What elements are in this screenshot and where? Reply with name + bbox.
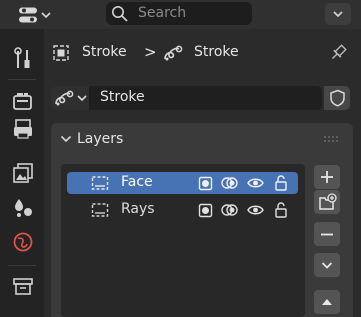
chevron-down-icon xyxy=(77,95,87,102)
object-icon xyxy=(53,45,69,61)
world-icon xyxy=(13,232,33,252)
eye-icon[interactable] xyxy=(247,203,264,217)
camera-icon xyxy=(13,93,32,110)
wrench-screwdriver-icon xyxy=(14,47,30,68)
collection-tab[interactable] xyxy=(10,273,36,299)
datablock-browse-button[interactable] xyxy=(51,86,89,110)
breadcrumb-separator: > xyxy=(144,43,157,61)
unlocked-icon[interactable] xyxy=(274,202,288,218)
datablock-name-field[interactable] xyxy=(51,86,322,110)
tool-tab[interactable] xyxy=(10,46,36,72)
breadcrumb-data-label: Stroke xyxy=(194,44,239,60)
plus-icon xyxy=(321,171,333,183)
layer-name: Face xyxy=(121,174,153,190)
breadcrumb: Stroke > Stroke xyxy=(52,43,252,63)
move-layer-up-button[interactable] xyxy=(314,290,340,314)
properties-tabs xyxy=(0,29,44,317)
unlocked-icon[interactable] xyxy=(274,175,288,191)
scene-icon xyxy=(15,199,32,217)
printer-icon xyxy=(14,119,32,139)
shield-icon xyxy=(330,89,345,107)
render-tab[interactable] xyxy=(10,88,36,114)
add-layer-button[interactable] xyxy=(314,165,340,189)
properties-header: Search xyxy=(0,0,361,29)
layer-icon xyxy=(91,203,109,217)
search-icon xyxy=(112,6,128,22)
grease-pencil-stroke-icon xyxy=(55,90,74,106)
chevron-down-icon xyxy=(41,12,51,19)
editor-type-button[interactable] xyxy=(14,3,54,27)
chevron-down-icon xyxy=(333,11,343,18)
layer-row-rays[interactable]: Rays xyxy=(67,199,298,221)
images-icon xyxy=(13,163,33,183)
layer-row-face[interactable]: Face xyxy=(67,172,298,194)
chevron-down-icon xyxy=(321,262,333,269)
use-mask-icon[interactable] xyxy=(198,176,213,191)
onion-skin-icon[interactable] xyxy=(221,202,239,218)
tab-divider xyxy=(8,79,36,80)
layer-specials-menu-button[interactable] xyxy=(314,253,340,277)
properties-editor-icon xyxy=(19,7,37,23)
output-tab[interactable] xyxy=(10,116,36,142)
breadcrumb-object-label: Stroke xyxy=(82,44,127,60)
layers-panel-header[interactable]: Layers xyxy=(51,127,353,151)
minus-icon xyxy=(321,233,333,236)
drag-handle-icon[interactable] xyxy=(323,135,339,143)
search-placeholder: Search xyxy=(138,5,187,21)
layer-name: Rays xyxy=(121,201,155,217)
add-layer-group-button[interactable] xyxy=(314,190,340,214)
remove-layer-button[interactable] xyxy=(314,222,340,246)
box-icon xyxy=(13,278,33,295)
eye-icon[interactable] xyxy=(247,176,264,190)
header-menu-button[interactable] xyxy=(325,3,351,25)
chevron-down-icon xyxy=(60,135,72,143)
new-folder-icon xyxy=(319,193,337,210)
world-tab[interactable] xyxy=(10,229,36,255)
layers-panel-title: Layers xyxy=(77,131,124,147)
scene-tab[interactable] xyxy=(10,194,36,220)
use-mask-icon[interactable] xyxy=(198,203,213,218)
tab-divider xyxy=(8,265,36,266)
fake-user-button[interactable] xyxy=(324,86,350,110)
datablock-name: Stroke xyxy=(100,89,145,105)
triangle-up-icon xyxy=(322,299,332,305)
pin-icon[interactable] xyxy=(328,43,348,63)
grease-pencil-stroke-icon xyxy=(164,45,183,61)
onion-skin-icon[interactable] xyxy=(221,175,239,191)
layer-icon xyxy=(91,176,109,190)
view-layer-tab[interactable] xyxy=(10,160,36,186)
